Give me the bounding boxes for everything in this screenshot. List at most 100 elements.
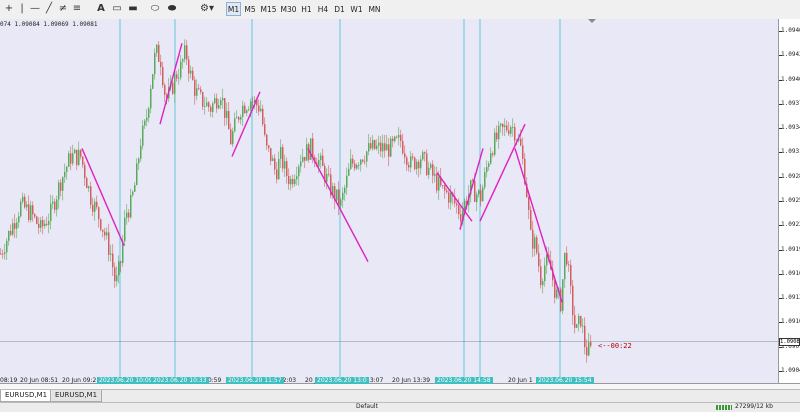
time-label: 08:19 — [0, 377, 18, 384]
candle-body — [574, 315, 576, 328]
candle-body — [374, 140, 376, 149]
candle-body — [508, 130, 510, 134]
candle-body — [416, 161, 418, 169]
trendline — [514, 148, 563, 303]
candle-body — [188, 59, 190, 74]
candle-body — [136, 163, 138, 186]
arrow-icon[interactable]: ⬬ — [166, 3, 178, 15]
candle-body — [158, 44, 160, 62]
candle-body — [230, 129, 232, 145]
price-axis[interactable]: 1.09465 1.09435 1.09405 1.09375 1.09345 1.093… — [778, 19, 800, 383]
candle-body — [304, 156, 306, 161]
label-icon[interactable]: ▭ — [112, 3, 122, 15]
text-icon[interactable]: A — [96, 3, 106, 15]
trendline — [459, 148, 484, 230]
candle-body — [102, 229, 104, 232]
candle-body — [54, 201, 56, 210]
candle-body — [200, 89, 202, 93]
fibonacci-icon[interactable]: ≡ — [72, 3, 82, 15]
status-traffic: 27299/12 kb — [735, 403, 773, 410]
timeframe-w1[interactable]: W1 — [348, 2, 365, 16]
candle-body — [306, 144, 308, 161]
candle-body — [420, 159, 422, 169]
candle-body — [312, 138, 314, 158]
timeframe-m30[interactable]: M30 — [279, 2, 298, 16]
time-label: 20 Jun 1 — [508, 377, 533, 384]
candle-body — [16, 222, 18, 229]
candle-body — [436, 173, 438, 191]
candle-body — [576, 324, 578, 328]
candle-body — [34, 214, 36, 217]
candle-body — [506, 125, 508, 131]
candle-body — [106, 232, 108, 236]
candle-body — [402, 140, 404, 154]
timeframe-m1[interactable]: M1 — [226, 2, 241, 16]
timeframe-m15[interactable]: M15 — [259, 2, 278, 16]
candle-body — [78, 149, 80, 165]
candle-body — [50, 203, 52, 222]
candle-body — [450, 192, 452, 203]
candle-body — [504, 125, 506, 128]
rectangle-icon[interactable]: ▬ — [128, 3, 138, 15]
candle-body — [406, 157, 408, 165]
timeframe-mn[interactable]: MN — [366, 2, 383, 16]
candle-body — [362, 159, 364, 162]
channel-icon[interactable]: ≠ — [58, 3, 68, 15]
candle-body — [220, 100, 222, 106]
candle-body — [484, 172, 486, 188]
price-label: 1.09405 — [781, 75, 800, 83]
candle-body — [566, 252, 568, 265]
candle-body — [400, 134, 402, 141]
candle-body — [338, 189, 340, 206]
candle-body — [490, 153, 492, 164]
vertical-line-icon[interactable]: | — [18, 3, 26, 15]
candle-body — [580, 315, 582, 327]
chart-tab-eurusd-2[interactable]: EURUSD,M1 — [50, 390, 103, 402]
candle-body — [194, 79, 196, 96]
candle-body — [52, 201, 54, 204]
candle-body — [352, 158, 354, 164]
candle-body — [388, 144, 390, 157]
candle-body — [96, 201, 98, 208]
price-label: 1.09105 — [781, 318, 800, 326]
candle-body — [418, 161, 420, 169]
candle-body — [446, 190, 448, 193]
chart-tab-eurusd-1[interactable]: EURUSD,M1 — [0, 390, 53, 402]
candle-body — [458, 205, 460, 215]
candle-body — [514, 127, 516, 141]
candle-body — [486, 166, 488, 173]
candle-body — [382, 143, 384, 152]
chart-tabs-bar: EURUSD,M1 EURUSD,M1 — [0, 389, 800, 402]
candle-body — [216, 98, 218, 109]
timeframe-h1[interactable]: H1 — [299, 2, 314, 16]
price-label: 1.09045 — [781, 366, 800, 374]
candle-body — [56, 199, 58, 210]
candle-body — [146, 117, 148, 121]
timeframe-h4[interactable]: H4 — [315, 2, 331, 16]
chart-svg[interactable] — [0, 19, 778, 383]
candle-body — [28, 204, 30, 221]
candle-body — [408, 164, 410, 168]
candle-body — [68, 153, 70, 167]
candle-body — [218, 105, 220, 109]
candle-body — [244, 105, 246, 114]
candle-body — [92, 204, 94, 212]
price-chart[interactable] — [0, 19, 778, 383]
trendline-icon[interactable]: ╱ — [44, 3, 54, 15]
candle-body — [354, 163, 356, 169]
candle-body — [234, 118, 236, 132]
candle-body — [496, 132, 498, 140]
candle-body — [424, 152, 426, 154]
price-label: 1.09345 — [781, 124, 800, 132]
horizontal-line-icon[interactable]: — — [30, 3, 40, 15]
crosshair-icon[interactable]: + — [4, 3, 14, 15]
candle-body — [264, 124, 266, 135]
ohlc-readout: 074 1.09084 1.09069 1.09081 — [0, 21, 98, 28]
candle-body — [184, 45, 186, 60]
timeframe-m5[interactable]: M5 — [242, 2, 258, 16]
ellipse-icon[interactable]: ⬭ — [148, 3, 162, 15]
candle-body — [22, 196, 24, 202]
candle-body — [266, 134, 268, 146]
more-tools-icon[interactable]: ⚙▾ — [200, 3, 214, 15]
timeframe-d1[interactable]: D1 — [332, 2, 347, 16]
